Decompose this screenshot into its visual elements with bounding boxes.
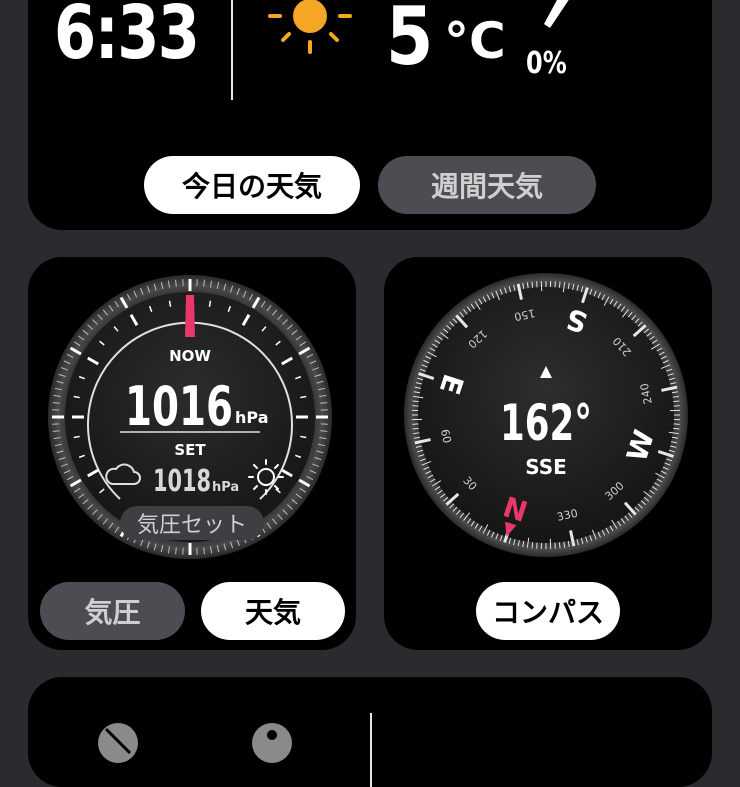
scale-tick xyxy=(170,301,171,307)
sun-icon xyxy=(266,0,356,68)
temperature: 5 xyxy=(386,0,433,83)
tab-pressure[interactable]: 気圧 xyxy=(40,582,185,640)
heading-value: 162° xyxy=(500,394,592,452)
weather-card: 6:33 5 °C 0% 今日の天気 週間天気 xyxy=(28,0,712,230)
bottom-card xyxy=(28,677,712,787)
set-pressure-button[interactable]: 気圧セット xyxy=(120,506,264,540)
barometer-card: NOW 1016 hPa SET 1018 hPa 気圧セット 気圧 天気 xyxy=(28,257,356,650)
scale-tick xyxy=(300,397,306,398)
divider xyxy=(231,0,233,100)
scale-tick xyxy=(74,436,80,437)
scale-tick xyxy=(300,436,306,437)
tab-weekly-weather[interactable]: 週間天気 xyxy=(378,156,596,214)
precipitation-chance: 0% xyxy=(526,46,567,81)
current-time: 6:33 xyxy=(54,0,198,76)
pressure-unit: hPa xyxy=(235,408,268,427)
compass-tick xyxy=(413,428,419,429)
compass-tick xyxy=(559,542,560,548)
scale-tick xyxy=(209,301,210,307)
tab-today-weather[interactable]: 今日の天気 xyxy=(144,156,360,214)
pressure-value: 1016 xyxy=(125,375,233,438)
raindrop-icon xyxy=(536,0,576,28)
now-label: NOW xyxy=(169,347,211,365)
compass-button[interactable]: コンパス xyxy=(476,582,620,640)
set-label: SET xyxy=(174,441,206,459)
divider xyxy=(370,713,372,787)
scale-tick xyxy=(74,397,80,398)
compass-tick xyxy=(673,401,679,402)
set-pressure-value: 1018 xyxy=(153,464,211,499)
tab-weather[interactable]: 天気 xyxy=(201,582,345,640)
temperature-unit: °C xyxy=(444,12,506,70)
pressure-needle xyxy=(185,295,195,337)
compass-tick xyxy=(532,542,533,548)
compass-tick xyxy=(532,282,533,288)
compass-tick xyxy=(559,282,560,288)
compass-card: NESW3060120150210240300330 162° SSE コンパス xyxy=(384,257,712,650)
heading-direction: SSE xyxy=(525,455,567,479)
pin-icon xyxy=(248,719,296,749)
compass-tick xyxy=(413,401,419,402)
tool-icon xyxy=(94,719,142,749)
compass-tick xyxy=(673,428,679,429)
set-pressure-unit: hPa xyxy=(212,480,239,495)
